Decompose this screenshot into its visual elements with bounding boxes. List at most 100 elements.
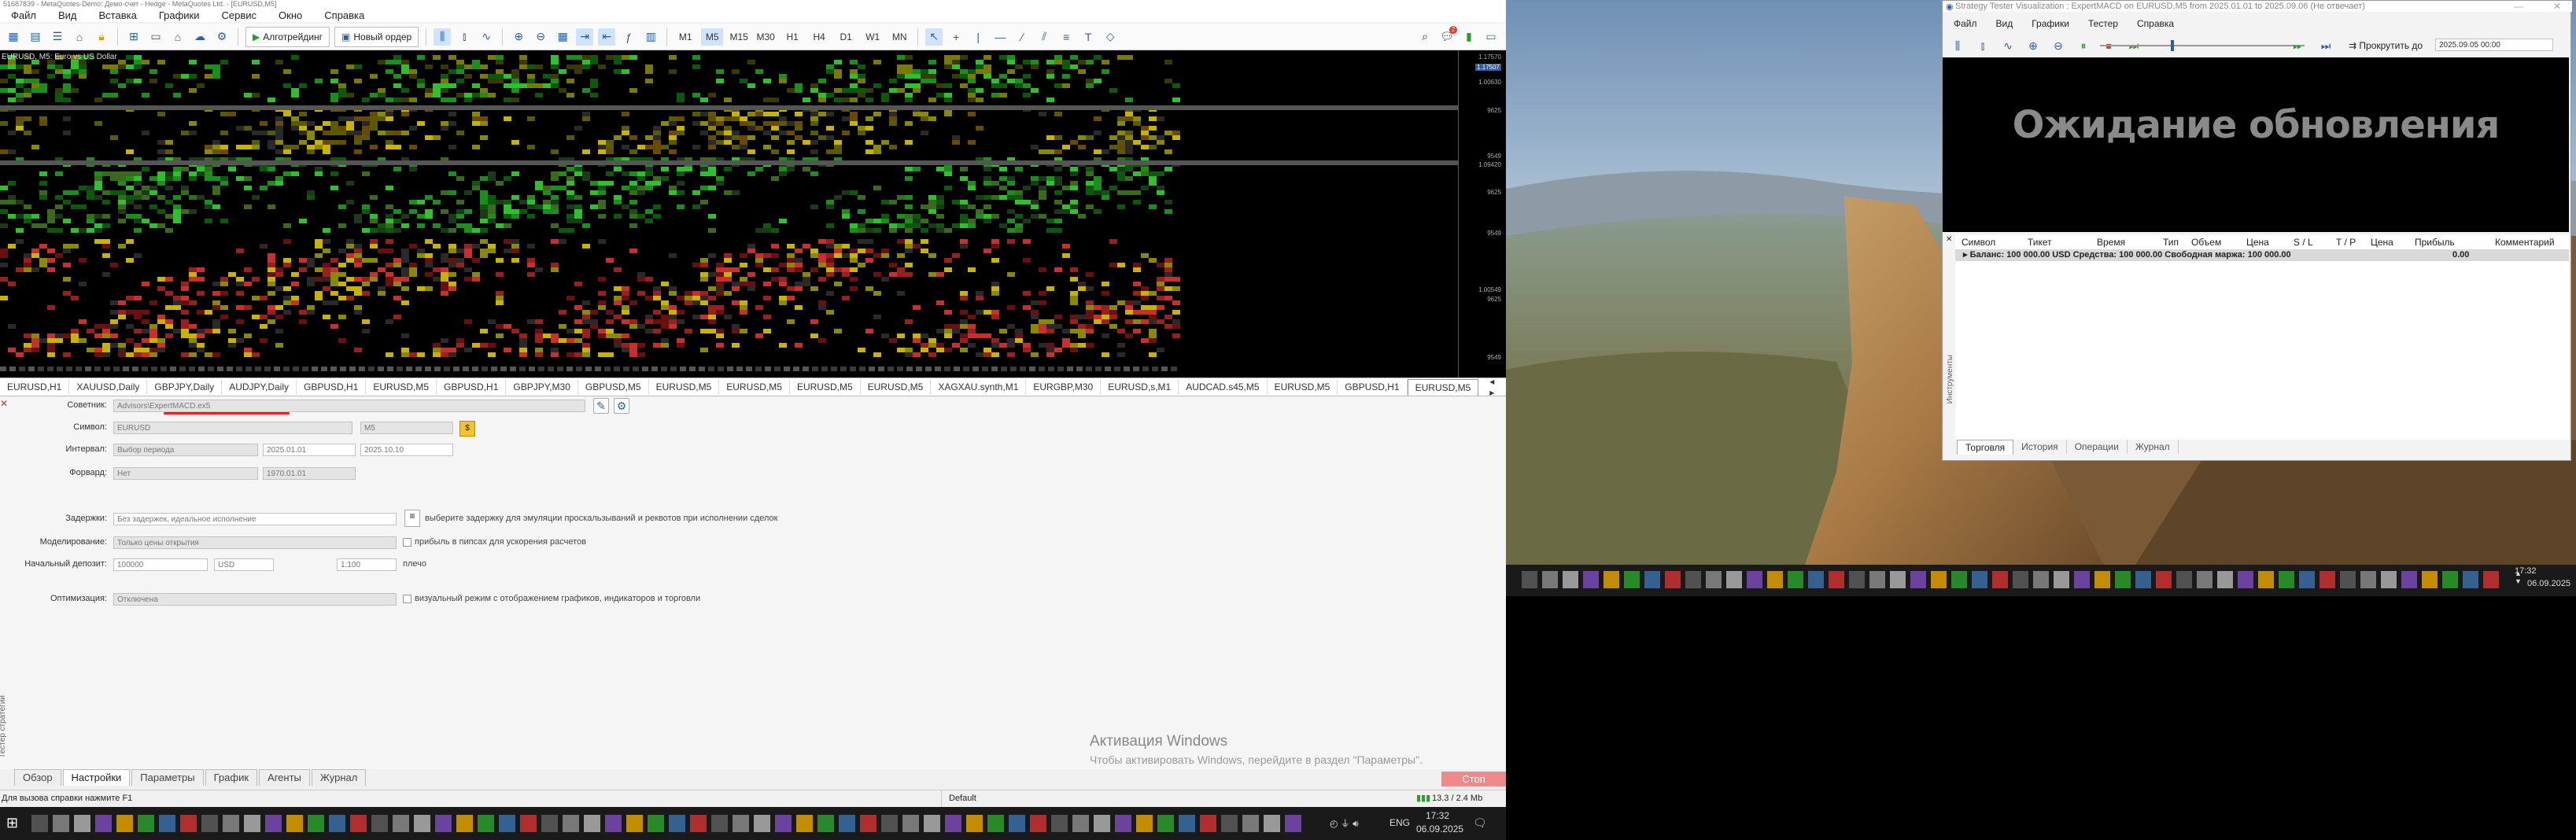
taskbar-app-icon[interactable] bbox=[1829, 571, 1844, 588]
bar-chart-icon[interactable]: ⫼ bbox=[434, 28, 452, 46]
taskbar-app-icon[interactable] bbox=[1200, 815, 1216, 832]
tf-m1[interactable]: M1 bbox=[674, 28, 696, 46]
taskbar-app-icon[interactable] bbox=[2135, 571, 2151, 588]
candles-icon[interactable]: ⫾ bbox=[456, 28, 473, 46]
notification-center-icon[interactable]: 🗨︎ bbox=[1473, 816, 1487, 830]
taskbar-app-icon[interactable] bbox=[2258, 571, 2274, 588]
tab-settings[interactable]: Настройки bbox=[62, 769, 131, 786]
taskbar-app-icon[interactable] bbox=[1094, 815, 1110, 832]
taskbar-app-icon[interactable] bbox=[584, 815, 600, 832]
col-time[interactable]: Время bbox=[2097, 237, 2125, 248]
taskbar-app-icon[interactable] bbox=[2299, 571, 2315, 588]
taskbar-date[interactable]: 06.09.2025 bbox=[1416, 823, 1463, 834]
taskbar-app-icon[interactable] bbox=[478, 815, 494, 832]
chart-shift-icon[interactable]: ⇤ bbox=[598, 28, 616, 46]
taskbar-app-icon[interactable] bbox=[1951, 571, 1967, 588]
taskbar-app-icon[interactable] bbox=[2217, 571, 2233, 588]
taskbar-app-icon[interactable] bbox=[987, 815, 1004, 832]
leverage-select[interactable]: 1:100 bbox=[337, 558, 397, 571]
speed-slider[interactable] bbox=[2100, 40, 2305, 51]
tf-d1[interactable]: D1 bbox=[835, 28, 857, 46]
horizontal-line-icon[interactable]: — bbox=[991, 28, 1009, 46]
tab-operations[interactable]: Операции bbox=[2067, 440, 2128, 454]
taskbar-app-icon[interactable] bbox=[2013, 571, 2028, 588]
market-watch-icon[interactable]: ☰ bbox=[49, 28, 66, 46]
skip-icon[interactable]: ⏭︎ bbox=[2317, 37, 2334, 54]
interval-select[interactable]: Выбор периода bbox=[113, 444, 258, 456]
taskbar-app-icon[interactable] bbox=[1726, 571, 1742, 588]
taskbar-app-icon[interactable] bbox=[1972, 571, 1987, 588]
col-price-current[interactable]: Цена bbox=[2371, 237, 2393, 248]
taskbar-app-icon[interactable] bbox=[116, 815, 133, 832]
col-sl[interactable]: S / L bbox=[2294, 237, 2313, 248]
visual-mode-checkbox[interactable]: визуальный режим с отображением графиков… bbox=[403, 594, 700, 603]
taskbar-app-icon[interactable] bbox=[1264, 815, 1280, 832]
line-chart-icon[interactable]: ∿ bbox=[1999, 37, 2017, 54]
autoscroll-icon[interactable]: ⇥ bbox=[576, 28, 594, 46]
taskbar-app-icon[interactable] bbox=[2033, 571, 2049, 588]
speed-slider-thumb[interactable] bbox=[2171, 40, 2174, 51]
tf-w1[interactable]: W1 bbox=[862, 28, 884, 46]
taskbar-app-icon[interactable] bbox=[817, 815, 834, 832]
taskbar-app-icon[interactable] bbox=[1051, 815, 1068, 832]
chart-tab[interactable]: GBPUSD,H1 bbox=[1338, 379, 1408, 395]
taskbar-app-icon[interactable] bbox=[2094, 571, 2110, 588]
tf-m30[interactable]: M30 bbox=[755, 28, 777, 46]
close-icon[interactable]: ✕ bbox=[2553, 1, 2561, 12]
chart-tab[interactable]: AUDCAD.s45,M5 bbox=[1179, 379, 1268, 395]
taskbar-app-icon[interactable] bbox=[2279, 571, 2294, 588]
taskbar-app-icon[interactable] bbox=[2401, 571, 2417, 588]
symbol-timeframe-select[interactable]: M5 bbox=[360, 422, 453, 434]
new-chart-icon[interactable]: ▦ bbox=[5, 28, 22, 46]
taskbar-app-icon[interactable] bbox=[180, 815, 197, 832]
taskbar-app-icon[interactable] bbox=[2156, 571, 2172, 588]
menu-view[interactable]: Вид bbox=[58, 9, 77, 21]
taskbar-app-icon[interactable] bbox=[95, 815, 112, 832]
taskbar-app-icon[interactable] bbox=[2197, 571, 2212, 588]
menu-file[interactable]: Файл bbox=[11, 9, 36, 21]
taskbar-app-icon[interactable] bbox=[1931, 571, 1947, 588]
stop-button[interactable]: Стоп bbox=[1441, 772, 1506, 787]
taskbar-app-icon[interactable] bbox=[2360, 571, 2376, 588]
chart-tab[interactable]: GBPJPY,M30 bbox=[506, 379, 578, 395]
chart-tab[interactable]: EURGBP,M30 bbox=[1026, 379, 1102, 395]
taskbar-app-icon[interactable] bbox=[74, 815, 90, 832]
new-order-button[interactable]: ▣ Новый ордер bbox=[334, 26, 419, 47]
scroll-to-date-input[interactable]: 2025.09.05 00:00 bbox=[2435, 39, 2553, 51]
taskbar-app-icon[interactable] bbox=[2320, 571, 2335, 588]
home-icon[interactable]: ⌂ bbox=[169, 28, 186, 46]
taskbar-app-icon[interactable] bbox=[1563, 571, 1578, 588]
taskbar-app-icon[interactable] bbox=[605, 815, 622, 832]
taskbar-app-icon[interactable] bbox=[1767, 571, 1783, 588]
tf-m5[interactable]: M5 bbox=[701, 28, 724, 46]
balance-row[interactable]: ▸ Баланс: 100 000.00 USD Средства: 100 0… bbox=[1955, 249, 2569, 261]
tab-overview[interactable]: Обзор bbox=[14, 769, 61, 786]
taskbar-app-icon[interactable] bbox=[435, 815, 452, 832]
taskbar-app-icon[interactable] bbox=[1808, 571, 1824, 588]
bar-chart-icon[interactable]: ⫼ bbox=[1949, 37, 1966, 54]
zoom-out-icon[interactable]: ⊖ bbox=[2050, 37, 2067, 54]
taskbar-app-icon[interactable] bbox=[1706, 571, 1722, 588]
advisor-settings-icon[interactable]: ⚙ bbox=[614, 398, 629, 414]
taskbar-app-icon[interactable] bbox=[2074, 571, 2090, 588]
deposit-input[interactable]: 100000 bbox=[113, 558, 208, 571]
zoom-in-icon[interactable]: ⊕ bbox=[2024, 37, 2042, 54]
taskbar-app-icon[interactable] bbox=[138, 815, 154, 832]
chart-tab[interactable]: GBPUSD,M5 bbox=[578, 379, 649, 395]
start-icon[interactable]: ⊞ bbox=[6, 815, 24, 832]
forward-date-input[interactable]: 1970.01.01 bbox=[263, 467, 356, 480]
taskbar-app-icon[interactable] bbox=[159, 815, 175, 832]
chart-tab[interactable]: EURUSD,H1 bbox=[0, 379, 70, 395]
tf-m15[interactable]: M15 bbox=[728, 28, 750, 46]
tray-icons[interactable]: ◴ ⏚ 🔊︎ bbox=[1330, 816, 1359, 830]
text-icon[interactable]: T bbox=[1079, 28, 1097, 46]
chart-tab[interactable]: AUDJPY,Daily bbox=[222, 379, 297, 395]
taskbar-app-icon[interactable] bbox=[456, 815, 473, 832]
taskbar-app-icon[interactable] bbox=[2340, 571, 2356, 588]
taskbar-app-icon[interactable] bbox=[2463, 571, 2478, 588]
taskbar-app-icon[interactable] bbox=[201, 815, 218, 832]
col-ticket[interactable]: Тикет bbox=[2028, 237, 2052, 248]
tester-icon[interactable]: ⚙ bbox=[213, 28, 231, 46]
taskbar-app-icon[interactable] bbox=[329, 815, 345, 832]
taskbar-app-icon[interactable] bbox=[1522, 571, 1537, 588]
